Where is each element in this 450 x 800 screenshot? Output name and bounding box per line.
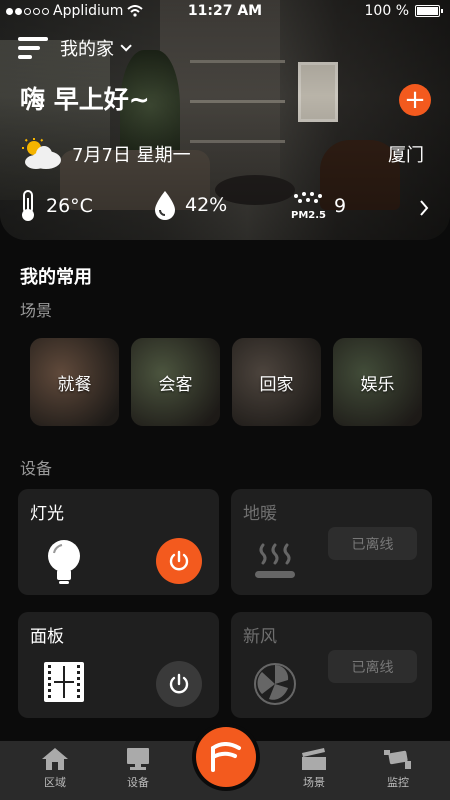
temperature-value: 26°C bbox=[46, 195, 93, 217]
chevron-right-icon[interactable] bbox=[418, 199, 430, 217]
greeting: 嗨 早上好~ bbox=[20, 85, 150, 114]
tab-area[interactable]: 区域 bbox=[25, 747, 85, 790]
center-action-button[interactable] bbox=[196, 727, 256, 787]
offline-badge: 已离线 bbox=[328, 527, 417, 560]
tab-label: 区域 bbox=[44, 776, 66, 789]
scene-guests[interactable]: 会客 bbox=[131, 338, 220, 426]
favorites-title: 我的常用 bbox=[20, 267, 92, 288]
pm25-icon: PM2.5 bbox=[291, 192, 326, 221]
device-label: 地暖 bbox=[243, 504, 277, 524]
date-label: 7月7日 星期一 bbox=[72, 145, 191, 166]
tab-label: 监控 bbox=[387, 776, 409, 789]
scene-label: 回家 bbox=[259, 374, 294, 395]
add-button[interactable]: + bbox=[399, 84, 431, 116]
thermometer-icon bbox=[22, 190, 34, 221]
floor-heating-icon bbox=[255, 543, 295, 578]
scenes-title: 场景 bbox=[20, 301, 53, 320]
power-icon bbox=[169, 673, 189, 694]
battery-status: 100 % bbox=[364, 3, 443, 19]
humidity-icon bbox=[155, 191, 175, 220]
humidity-value: 42% bbox=[185, 194, 228, 216]
battery-icon bbox=[415, 5, 443, 17]
home-icon bbox=[42, 748, 68, 770]
device-label: 新风 bbox=[243, 627, 277, 647]
tab-devices[interactable]: 设备 bbox=[108, 747, 168, 790]
device-card-panel[interactable]: 面板 bbox=[18, 612, 219, 718]
scene-home[interactable]: 回家 bbox=[232, 338, 321, 426]
device-label: 面板 bbox=[30, 627, 64, 647]
home-selector[interactable]: 我的家 bbox=[60, 35, 132, 61]
weather-row: 7月7日 星期一 厦门 bbox=[20, 138, 430, 172]
battery-percent: 100 % bbox=[364, 3, 409, 19]
city-label[interactable]: 厦门 bbox=[388, 141, 424, 167]
devices-title: 设备 bbox=[20, 459, 53, 478]
device-card-floor-heating[interactable]: 地暖 已离线 bbox=[231, 489, 432, 595]
menu-icon[interactable] bbox=[18, 37, 48, 59]
status-bar: Applidium 11:27 AM 100 % bbox=[0, 0, 450, 22]
scene-label: 娱乐 bbox=[360, 374, 395, 395]
panel-icon bbox=[44, 662, 84, 702]
pm25-label: PM2.5 bbox=[291, 210, 326, 221]
pm25-value: 9 bbox=[334, 195, 347, 217]
home-name: 我的家 bbox=[60, 39, 114, 60]
brand-logo-icon bbox=[211, 742, 241, 772]
camera-icon bbox=[384, 750, 411, 769]
fresh-air-icon bbox=[254, 663, 296, 705]
temperature-stat: 26°C bbox=[18, 190, 93, 222]
scene-list: 就餐 会客 回家 娱乐 bbox=[30, 338, 422, 426]
humidity-stat: 42% bbox=[153, 190, 227, 220]
tab-scenes[interactable]: 场景 bbox=[284, 747, 344, 790]
tab-label: 场景 bbox=[303, 776, 325, 789]
environment-stats: 26°C 42% PM2.5 9 bbox=[18, 190, 436, 226]
bulb-icon bbox=[48, 540, 80, 584]
scene-label: 就餐 bbox=[57, 374, 92, 395]
monitor-icon bbox=[127, 748, 149, 770]
power-button[interactable] bbox=[156, 538, 202, 584]
scene-dining[interactable]: 就餐 bbox=[30, 338, 119, 426]
device-card-fresh-air[interactable]: 新风 已离线 bbox=[231, 612, 432, 718]
partly-cloudy-icon bbox=[22, 138, 61, 169]
offline-badge: 已离线 bbox=[328, 650, 417, 683]
clapperboard-icon bbox=[302, 748, 326, 770]
device-label: 灯光 bbox=[30, 504, 64, 524]
pm25-stat: PM2.5 9 bbox=[290, 190, 346, 222]
power-icon bbox=[169, 550, 189, 571]
scene-entertainment[interactable]: 娱乐 bbox=[333, 338, 422, 426]
device-card-lighting[interactable]: 灯光 bbox=[18, 489, 219, 595]
scene-label: 会客 bbox=[158, 374, 193, 395]
tab-label: 设备 bbox=[127, 776, 149, 789]
power-button[interactable] bbox=[156, 661, 202, 707]
top-bar: 我的家 bbox=[18, 35, 132, 61]
tab-monitor[interactable]: 监控 bbox=[368, 747, 428, 790]
